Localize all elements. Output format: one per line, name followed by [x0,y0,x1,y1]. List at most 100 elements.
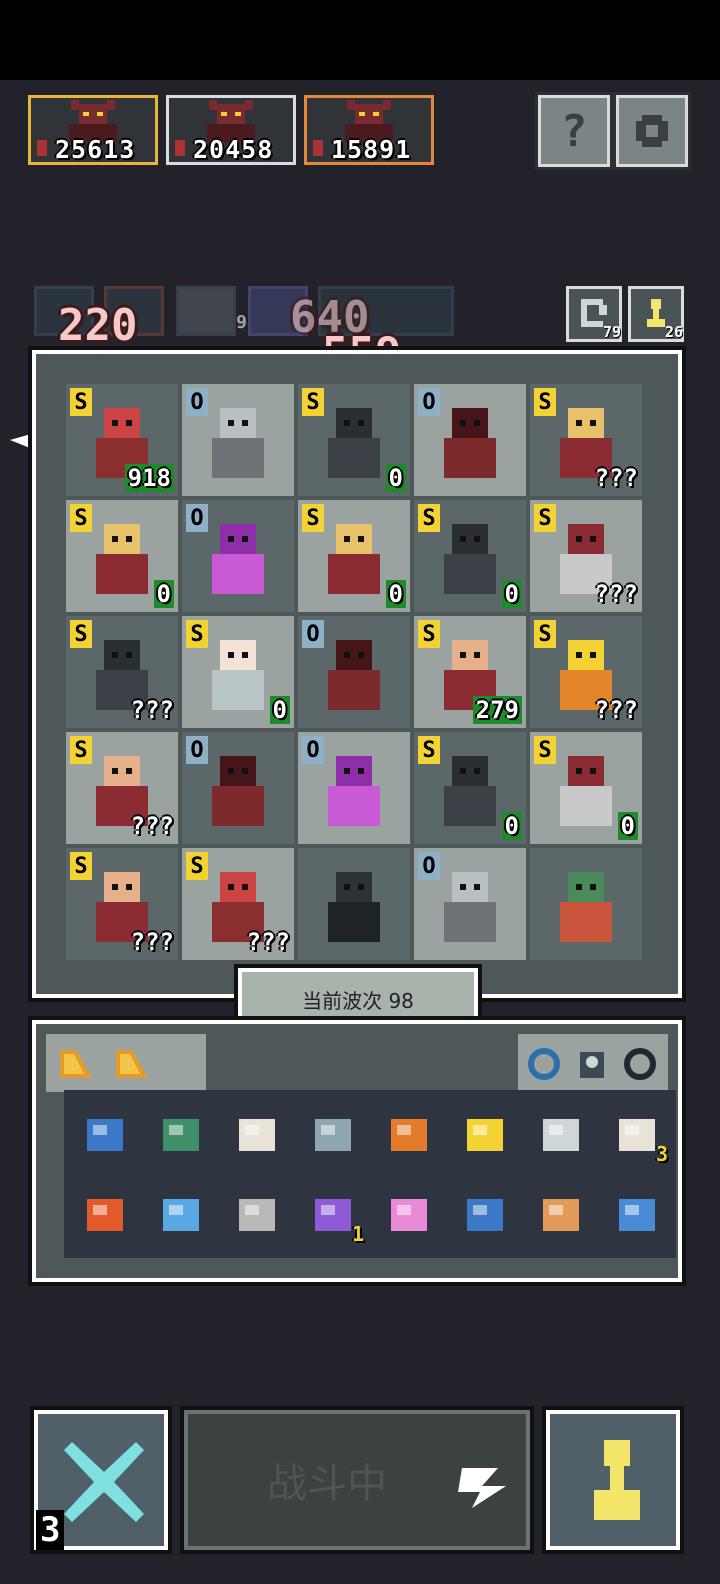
inventory-grid: 31 [64,1090,676,1258]
units-count: 26 [664,323,683,341]
cycle-icon[interactable] [622,1046,658,1082]
dwarf-grey-icon [328,408,380,478]
units-button[interactable]: 26 [628,286,684,342]
rank-badge: S [534,620,556,648]
old-wizard-icon [96,524,148,594]
fast-forward-icon [458,1468,506,1508]
rank-badge: S [70,620,92,648]
board-cell[interactable]: O [414,384,526,496]
gold-chip-icon[interactable] [56,1046,96,1082]
board-cell[interactable]: O [298,732,410,844]
unit-value: 0 [501,812,522,840]
help-button[interactable]: ? [535,92,613,170]
inventory-item[interactable] [302,1104,364,1166]
board-cell[interactable]: S0 [530,732,642,844]
inventory-item[interactable] [226,1184,288,1246]
unit-value: ??? [594,696,638,724]
board-cell[interactable]: S??? [66,616,178,728]
board-cell[interactable]: S??? [66,848,178,960]
rank-badge: S [302,388,324,416]
water-drop-icon [467,1199,503,1231]
fight-label: 战斗中 [267,1461,387,1507]
armor-icon[interactable] [574,1046,610,1082]
inventory-item[interactable] [74,1184,136,1246]
status-value: 9 [236,312,247,333]
board-cell[interactable]: O [414,848,526,960]
rank-badge: S [534,736,556,764]
inventory-item[interactable] [74,1104,136,1166]
settings-button[interactable] [613,92,691,170]
board-cell[interactable]: S??? [530,616,642,728]
boss-hp: 15891 [331,135,412,164]
board-cell[interactable]: O [182,732,294,844]
inventory-item[interactable] [150,1104,212,1166]
question-icon: ? [560,105,588,157]
flag-icon [37,140,47,156]
inventory-item[interactable] [226,1104,288,1166]
fight-button[interactable]: 战斗中 [180,1406,534,1554]
unit-value: 918 [124,464,174,492]
unit-value: 0 [385,580,406,608]
item-quantity: 3 [655,1142,668,1166]
boss-hp: 20458 [193,135,274,164]
inventory-item[interactable] [606,1184,668,1246]
inventory-item[interactable] [454,1184,516,1246]
rank-badge: S [418,504,440,532]
board-cell[interactable]: S0 [182,616,294,728]
rank-badge: O [302,620,324,648]
unit-value: ??? [130,696,174,724]
inventory-item[interactable] [530,1184,592,1246]
inventory-item[interactable] [378,1104,440,1166]
cancel-button[interactable]: 3 [30,1406,172,1554]
units-menu-button[interactable] [542,1406,684,1554]
board-cell[interactable]: S0 [298,500,410,612]
blue-dagger-icon [163,1199,199,1231]
gear-icon [619,98,685,164]
refresh-button[interactable]: 79 [566,286,622,342]
board-cell[interactable]: O [182,500,294,612]
rank-badge: S [70,736,92,764]
board-cell[interactable]: S0 [414,732,526,844]
rank-badge: S [70,852,92,880]
inventory-item[interactable]: 3 [606,1104,668,1166]
fire-rune-icon [87,1199,123,1231]
red-dragon-icon [212,756,264,826]
board-cell[interactable]: S??? [66,732,178,844]
board-cell[interactable]: S0 [414,500,526,612]
inventory-item[interactable] [454,1104,516,1166]
gold-chip-icon[interactable] [112,1046,152,1082]
status-bar [0,0,720,80]
board-cell[interactable]: S0 [298,384,410,496]
inventory-item[interactable] [530,1104,592,1166]
rank-badge: O [186,736,208,764]
boss-card[interactable]: 15891 [304,95,434,165]
board-cell[interactable]: O [182,384,294,496]
inventory-item[interactable]: 1 [302,1184,364,1246]
lever-icon [315,1119,351,1151]
board-cell[interactable]: S??? [530,384,642,496]
red-dragon-icon [444,408,496,478]
old-wizard-icon [328,524,380,594]
board-cell[interactable] [298,848,410,960]
board-cell[interactable]: O [298,616,410,728]
rank-badge: S [418,736,440,764]
rank-badge: S [186,852,208,880]
inventory-item[interactable] [150,1184,212,1246]
flag-icon [175,140,185,156]
board-cell[interactable]: S 918 [66,384,178,496]
board-cell[interactable]: S??? [182,848,294,960]
board-cell[interactable] [530,848,642,960]
game-board: S 918 O S 0 O S??? S 0 O S 0 S 0 S??? S??? S 0 O S 279 S??? S?… [28,346,686,1002]
iron-golem-icon [212,408,264,478]
boss-card[interactable]: 25613 [28,95,158,165]
inventory-item[interactable] [378,1184,440,1246]
rank-badge: S [534,388,556,416]
rank-badge: S [70,388,92,416]
boss-card[interactable]: 20458 [166,95,296,165]
green-shell-icon [163,1119,199,1151]
board-cell[interactable]: S 279 [414,616,526,728]
ring-icon[interactable] [526,1046,562,1082]
flag-icon [313,140,323,156]
board-cell[interactable]: S0 [66,500,178,612]
board-cell[interactable]: S??? [530,500,642,612]
